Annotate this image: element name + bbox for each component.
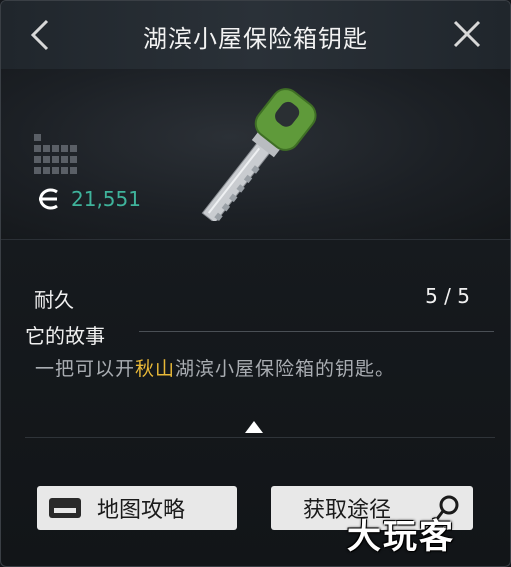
expand-up-icon[interactable] (245, 421, 263, 433)
page-title: 湖滨小屋保险箱钥匙 (143, 25, 368, 53)
currency-icon (39, 188, 58, 210)
watermark-logo: 大玩客 (347, 517, 455, 557)
header-bar: 湖滨小屋保险箱钥匙 (1, 1, 510, 69)
rarity-grid-icon (34, 134, 77, 176)
durability-value: 5 / 5 (425, 284, 470, 308)
key-item-icon (201, 88, 317, 221)
map-guide-label: 地图攻略 (97, 498, 186, 523)
close-icon (453, 20, 481, 48)
story-header: 它的故事 (25, 324, 105, 348)
section-divider (1, 239, 510, 240)
story-divider (139, 331, 494, 332)
story-text: 一把可以开秋山湖滨小屋保险箱的钥匙。 (35, 358, 396, 380)
close-button[interactable] (452, 19, 482, 49)
map-icon (49, 498, 81, 518)
item-price: 21,551 (71, 187, 141, 211)
bottom-divider (25, 437, 495, 438)
durability-label: 耐久 (34, 288, 74, 312)
map-guide-button[interactable]: 地图攻略 (37, 486, 237, 530)
item-detail-panel: 湖滨小屋保险箱钥匙 21,551 耐久 5 / 5 它的故事 一把可以开秋山湖滨… (0, 0, 511, 567)
story-highlight: 秋山 (135, 358, 176, 380)
